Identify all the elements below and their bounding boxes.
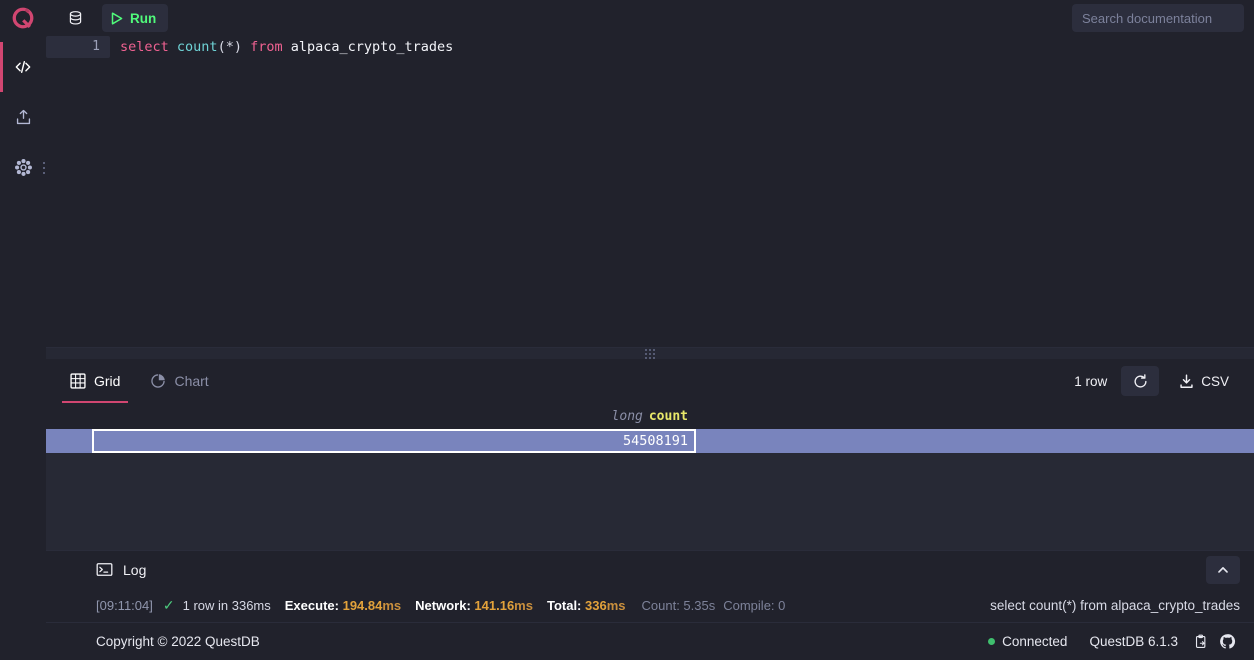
database-button[interactable] [56, 4, 94, 32]
editor-results-splitter[interactable] [46, 347, 1254, 359]
splitter-grip-icon [645, 349, 655, 359]
row-count-label: 1 row [1068, 374, 1113, 389]
run-button[interactable]: Run [102, 4, 168, 32]
sql-token-space [169, 39, 177, 55]
check-icon: ✓ [163, 597, 175, 614]
search-input[interactable] [1072, 4, 1244, 32]
github-link[interactable] [1214, 629, 1240, 655]
play-icon [111, 12, 123, 25]
sql-token-space-3 [283, 39, 291, 55]
grid-row-filler [696, 429, 1254, 453]
log-metric-execute-unit: ms [382, 598, 401, 613]
log-extra-count: Count: 5.35s [642, 598, 716, 613]
grid-header-row: long count [46, 403, 1254, 429]
grid-column-header[interactable]: long count [92, 409, 696, 424]
tab-chart[interactable]: Chart [142, 359, 216, 403]
footer-bar: Copyright © 2022 QuestDB Connected Quest… [46, 622, 1254, 660]
editor-code[interactable]: select count(*) from alpaca_crypto_trade… [110, 36, 453, 58]
log-title: Log [96, 561, 146, 578]
log-metric-execute: Execute: 194.84ms [285, 598, 401, 613]
csv-download-button[interactable]: CSV [1167, 366, 1240, 396]
log-metric-total-unit: ms [607, 598, 626, 613]
sql-token-function: count [177, 39, 218, 55]
log-query-text: select count(*) from alpaca_crypto_trade… [990, 598, 1240, 613]
log-metric-total-value: 336 [585, 598, 607, 613]
log-summary: 1 row in 336ms [183, 598, 271, 613]
sql-editor[interactable]: 1 select count(*) from alpaca_crypto_tra… [46, 36, 1254, 347]
download-icon [1178, 373, 1195, 390]
github-icon [1219, 633, 1236, 650]
sidebar-item-console[interactable] [0, 42, 46, 92]
log-entry: [09:11:04] ✓ 1 row in 336ms Execute: 194… [46, 588, 1254, 622]
grid-cell-count[interactable]: 54508191 [92, 429, 696, 453]
log-collapse-button[interactable] [1206, 556, 1240, 584]
tab-grid[interactable]: Grid [62, 359, 128, 403]
log-metric-total: Total: 336ms [547, 598, 626, 613]
main-area: 1 select count(*) from alpaca_crypto_tra… [0, 36, 1254, 660]
log-panel-header[interactable]: Log [46, 550, 1254, 588]
questdb-logo[interactable] [0, 0, 46, 36]
sidebar-item-import[interactable] [0, 92, 46, 142]
log-metric-execute-value: 194.84 [343, 598, 383, 613]
tab-chart-label: Chart [174, 373, 208, 389]
sql-token-punctuation: (*) [218, 39, 242, 55]
sidebar [0, 36, 46, 660]
gear-icon [14, 158, 33, 177]
sql-token-space-2 [242, 39, 250, 55]
pie-chart-icon [150, 373, 166, 389]
column-type-label: long [612, 409, 643, 424]
line-number: 1 [46, 36, 110, 58]
sql-token-keyword-from: from [250, 39, 283, 55]
grid-empty-space [46, 453, 1254, 550]
refresh-icon [1132, 373, 1149, 390]
chevron-up-icon [1216, 563, 1230, 577]
top-bar: Run [0, 0, 1254, 36]
log-metric-execute-label: Execute: [285, 598, 339, 613]
footer-right-group: Connected QuestDB 6.1.3 [988, 629, 1240, 655]
content-column: 1 select count(*) from alpaca_crypto_tra… [46, 36, 1254, 660]
editor-line: 1 select count(*) from alpaca_crypto_tra… [46, 36, 1254, 60]
connection-status-label: Connected [1002, 634, 1067, 649]
csv-button-label: CSV [1201, 374, 1229, 389]
database-icon [67, 10, 84, 27]
results-toolbar-actions: 1 row CSV [1068, 366, 1240, 396]
code-icon [13, 57, 33, 77]
questdb-web-console: Run [0, 0, 1254, 660]
copy-button[interactable] [1188, 629, 1214, 655]
run-button-label: Run [130, 11, 156, 26]
log-timestamp: [09:11:04] [96, 598, 153, 613]
refresh-button[interactable] [1121, 366, 1159, 396]
sidebar-item-settings[interactable] [0, 142, 46, 192]
results-grid[interactable]: long count 54508191 [46, 403, 1254, 550]
sql-token-keyword: select [120, 39, 169, 55]
clipboard-copy-icon [1193, 634, 1209, 650]
log-metric-network-unit: ms [514, 598, 533, 613]
status-badge: Connected [988, 634, 1067, 649]
copyright-label: Copyright © 2022 QuestDB [96, 634, 260, 649]
log-metric-network-label: Network: [415, 598, 471, 613]
status-dot-icon [988, 638, 995, 645]
grid-icon [70, 373, 86, 389]
version-label: QuestDB 6.1.3 [1089, 634, 1178, 649]
upload-icon [14, 108, 33, 127]
results-toolbar: Grid Chart 1 row [46, 359, 1254, 403]
tab-grid-label: Grid [94, 373, 120, 389]
table-row[interactable]: 54508191 [46, 429, 1254, 453]
log-metric-network: Network: 141.16ms [415, 598, 533, 613]
log-metric-network-value: 141.16 [474, 598, 514, 613]
log-metric-total-label: Total: [547, 598, 581, 613]
log-title-label: Log [123, 562, 146, 578]
terminal-icon [96, 561, 113, 578]
log-extra-compile: Compile: 0 [723, 598, 785, 613]
sql-token-table-name: alpaca_crypto_trades [291, 39, 454, 55]
column-name-label: count [649, 409, 688, 424]
